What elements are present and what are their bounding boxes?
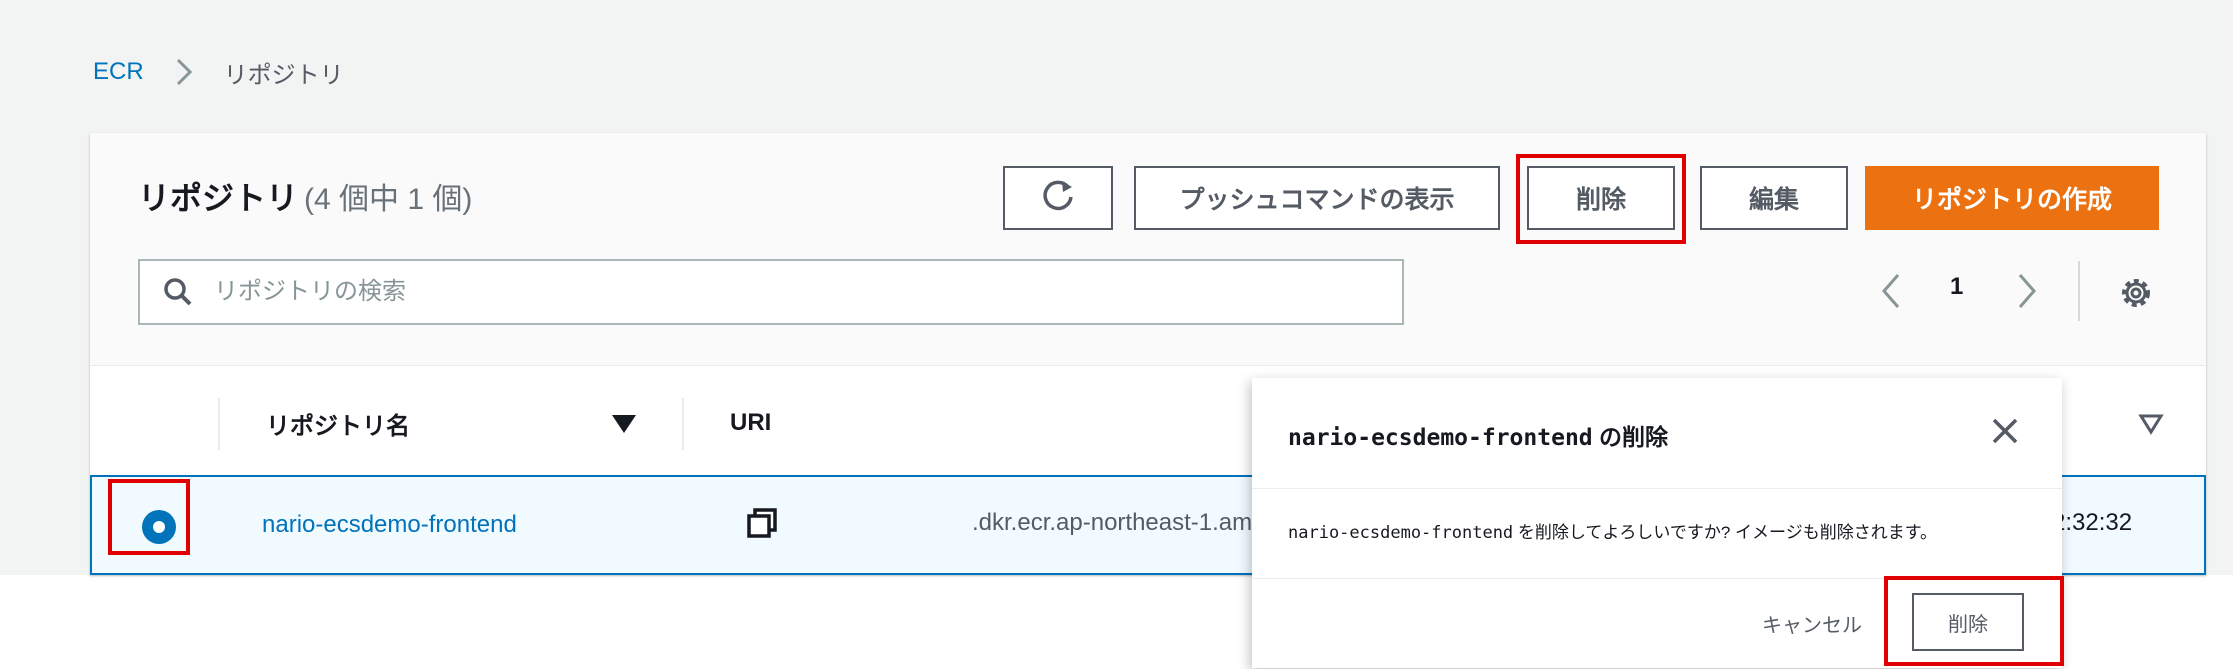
panel-title: リポジトリ (4 個中 1 個) <box>138 173 472 219</box>
chevron-right-icon <box>174 57 194 87</box>
radio-highlight <box>108 479 190 555</box>
modal-title: nario-ecsdemo-frontend の削除 <box>1288 418 1668 452</box>
column-header-repository-name[interactable]: リポジトリ名 <box>266 395 410 451</box>
confirm-delete-highlight <box>1884 576 2064 666</box>
column-header-uri[interactable]: URI <box>730 395 771 451</box>
gear-icon[interactable] <box>2118 275 2154 316</box>
delete-button-highlight <box>1516 154 1686 244</box>
view-push-commands-button[interactable]: プッシュコマンドの表示 <box>1134 166 1500 230</box>
refresh-button[interactable] <box>1003 166 1113 230</box>
chevron-left-icon[interactable] <box>1876 269 1906 318</box>
sort-triangle-icon[interactable] <box>2138 413 2164 440</box>
search-icon <box>162 276 194 308</box>
column-divider <box>682 398 684 450</box>
edit-button[interactable]: 編集 <box>1700 166 1848 230</box>
pagination-divider <box>2078 261 2080 321</box>
repository-name-link[interactable]: nario-ecsdemo-frontend <box>262 511 517 539</box>
repository-count: (4 個中 1 個) <box>304 183 473 216</box>
create-repository-button[interactable]: リポジトリの作成 <box>1865 166 2159 230</box>
modal-header: nario-ecsdemo-frontend の削除 <box>1252 378 2062 489</box>
search-box <box>138 259 1404 325</box>
breadcrumb-ecr-link[interactable]: ECR <box>93 58 144 86</box>
breadcrumb-current: リポジトリ <box>223 61 344 89</box>
cancel-button[interactable]: キャンセル <box>1762 609 1862 638</box>
column-divider <box>218 398 220 450</box>
chevron-right-icon[interactable] <box>2012 269 2042 318</box>
breadcrumb: ECR リポジトリ <box>93 52 344 92</box>
modal-title-suffix: の削除 <box>1592 424 1669 450</box>
sort-descending-icon[interactable] <box>610 411 638 440</box>
modal-body-message: を削除してよろしいですか? イメージも削除されます。 <box>1513 523 1938 542</box>
close-icon[interactable] <box>1988 414 2022 453</box>
current-page-number[interactable]: 1 <box>1950 273 1963 301</box>
modal-body: nario-ecsdemo-frontend を削除してよろしいですか? イメー… <box>1288 518 1937 543</box>
refresh-icon <box>1040 177 1076 220</box>
modal-body-repo: nario-ecsdemo-frontend <box>1288 523 1514 543</box>
panel-title-text: リポジトリ <box>138 180 299 216</box>
modal-title-repo: nario-ecsdemo-frontend <box>1288 425 1593 451</box>
copy-icon[interactable] <box>745 506 779 545</box>
search-input[interactable] <box>212 277 1366 307</box>
created-at: 2:32:32 <box>2052 509 2133 536</box>
